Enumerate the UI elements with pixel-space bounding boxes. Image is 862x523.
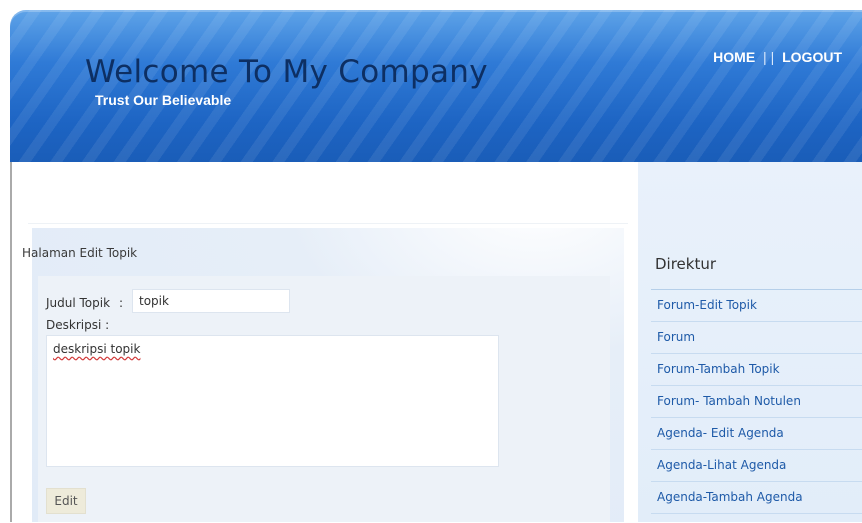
logout-link[interactable]: LOGOUT xyxy=(782,49,842,65)
judul-topik-label: Judul Topik xyxy=(46,296,111,310)
top-strip xyxy=(0,0,862,10)
page-heading: Halaman Edit Topik xyxy=(22,246,138,260)
sidebar-item-forum[interactable]: Forum xyxy=(651,322,862,354)
content-left-border xyxy=(10,162,12,522)
judul-topik-colon: : xyxy=(119,296,124,310)
sidebar-item-forum-tambah-topik[interactable]: Forum-Tambah Topik xyxy=(651,354,862,386)
judul-topik-input[interactable] xyxy=(132,289,290,313)
sidebar: Direktur Forum-Edit Topik Forum Forum-Ta… xyxy=(638,162,862,522)
sidebar-title: Direktur xyxy=(655,255,717,273)
edit-button[interactable]: Edit xyxy=(46,488,86,514)
site-header: Welcome To My Company Trust Our Believab… xyxy=(10,10,862,162)
sidebar-item-agenda-edit-agenda[interactable]: Agenda- Edit Agenda xyxy=(651,418,862,450)
sidebar-item-forum-tambah-notulen[interactable]: Forum- Tambah Notulen xyxy=(651,386,862,418)
deskripsi-label: Deskripsi : xyxy=(46,318,110,332)
top-nav: HOME | | LOGOUT xyxy=(713,49,842,65)
sidebar-item-forum-edit-topik[interactable]: Forum-Edit Topik xyxy=(651,290,862,322)
home-link[interactable]: HOME xyxy=(713,49,755,65)
sidebar-menu: Forum-Edit Topik Forum Forum-Tambah Topi… xyxy=(651,290,862,514)
site-title: Welcome To My Company xyxy=(85,54,488,90)
nav-separator: | | xyxy=(763,49,775,65)
sidebar-item-agenda-lihat-agenda[interactable]: Agenda-Lihat Agenda xyxy=(651,450,862,482)
deskripsi-textarea[interactable]: deskripsi topik xyxy=(46,335,499,467)
site-tagline: Trust Our Believable xyxy=(95,92,232,108)
sidebar-item-agenda-tambah-agenda[interactable]: Agenda-Tambah Agenda xyxy=(651,482,862,514)
